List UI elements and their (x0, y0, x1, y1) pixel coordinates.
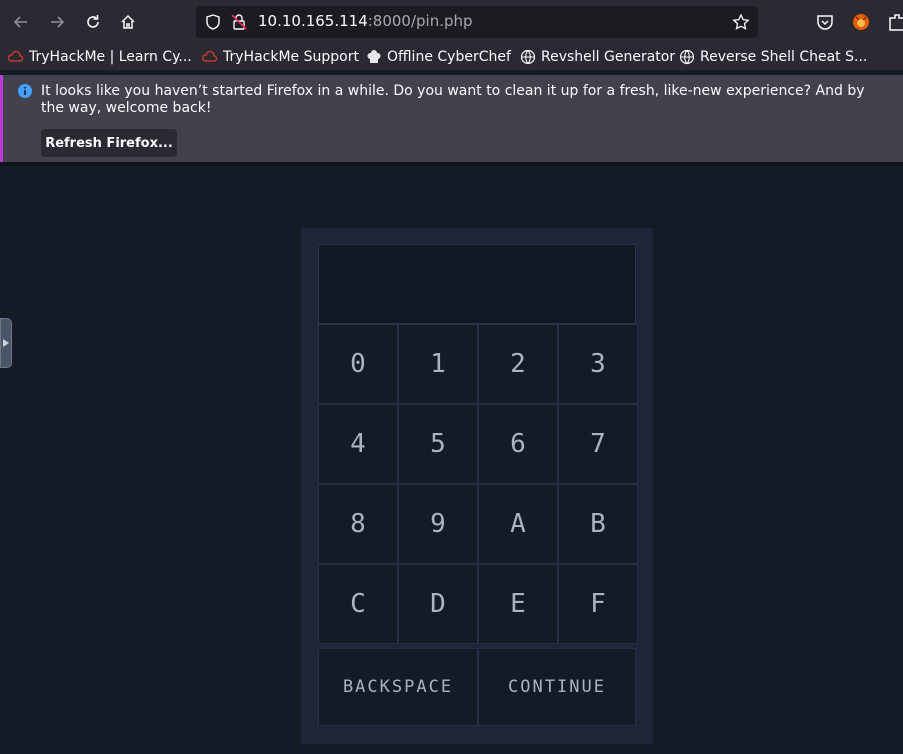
bookmark-tryhackme-learn[interactable]: TryHackMe | Learn Cy... (8, 47, 192, 67)
key-b[interactable]: B (558, 484, 638, 564)
continue-button[interactable]: CONTINUE (478, 648, 636, 726)
chef-hat-icon (367, 50, 381, 63)
bookmark-offline-cyberchef[interactable]: Offline CyberChef (366, 47, 511, 67)
bookmark-label: Reverse Shell Cheat S... (700, 49, 868, 65)
key-6[interactable]: 6 (478, 404, 558, 484)
key-c[interactable]: C (318, 564, 398, 644)
extension-fox-icon[interactable] (850, 11, 872, 33)
insecure-lock-icon[interactable] (230, 13, 248, 31)
refresh-firefox-notification: It looks like you haven’t started Firefo… (0, 75, 903, 162)
tryhackme-icon (8, 50, 24, 62)
key-0[interactable]: 0 (318, 324, 398, 404)
key-a[interactable]: A (478, 484, 558, 564)
url-text[interactable]: 10.10.165.114:8000/pin.php (258, 12, 473, 30)
arrow-right-icon (51, 16, 65, 28)
tryhackme-icon (202, 50, 218, 62)
home-icon (121, 14, 135, 29)
shield-icon[interactable] (204, 13, 222, 31)
key-2[interactable]: 2 (478, 324, 558, 404)
star-bookmark-icon[interactable] (732, 13, 750, 31)
bookmark-label: TryHackMe | Learn Cy... (29, 49, 192, 65)
key-9[interactable]: 9 (398, 484, 478, 564)
extensions-puzzle-icon[interactable] (886, 11, 903, 33)
bookmark-label: TryHackMe Support (223, 49, 359, 65)
browser-toolbar: 10.10.165.114:8000/pin.php (0, 0, 903, 44)
url-bar[interactable]: 10.10.165.114:8000/pin.php (196, 6, 758, 38)
bookmark-reverse-shell-cheat-sheet[interactable]: Reverse Shell Cheat S... (679, 47, 867, 67)
key-7[interactable]: 7 (558, 404, 638, 484)
key-e[interactable]: E (478, 564, 558, 644)
globe-icon (679, 49, 695, 65)
key-4[interactable]: 4 (318, 404, 398, 484)
divider (0, 162, 903, 166)
notification-message: It looks like you haven’t started Firefo… (41, 83, 865, 116)
home-button[interactable] (115, 9, 141, 35)
play-arrow-icon (3, 339, 9, 347)
pocket-icon[interactable] (814, 11, 836, 33)
reload-icon (87, 15, 99, 28)
reload-button[interactable] (80, 9, 106, 35)
key-3[interactable]: 3 (558, 324, 638, 404)
info-icon (18, 84, 32, 98)
arrow-left-icon (13, 16, 27, 28)
bookmark-label: Offline CyberChef (387, 49, 511, 65)
bookmark-label: Revshell Generator (541, 49, 676, 65)
key-1[interactable]: 1 (398, 324, 478, 404)
back-button[interactable] (8, 9, 34, 35)
refresh-firefox-button[interactable]: Refresh Firefox... (41, 129, 177, 157)
key-d[interactable]: D (398, 564, 478, 644)
bookmarks-toolbar: TryHackMe | Learn Cy... TryHackMe Suppor… (0, 44, 903, 70)
url-host: 10.10.165.114 (258, 12, 368, 30)
side-panel-handle[interactable] (0, 318, 12, 368)
url-path: :8000/pin.php (367, 12, 473, 30)
backspace-button[interactable]: BACKSPACE (318, 648, 478, 726)
bookmark-revshell-generator[interactable]: Revshell Generator (520, 47, 675, 67)
key-5[interactable]: 5 (398, 404, 478, 484)
pin-display (318, 244, 636, 324)
forward-button[interactable] (44, 9, 70, 35)
key-8[interactable]: 8 (318, 484, 398, 564)
key-f[interactable]: F (558, 564, 638, 644)
globe-icon (520, 49, 536, 65)
bookmark-tryhackme-support[interactable]: TryHackMe Support (202, 47, 359, 67)
